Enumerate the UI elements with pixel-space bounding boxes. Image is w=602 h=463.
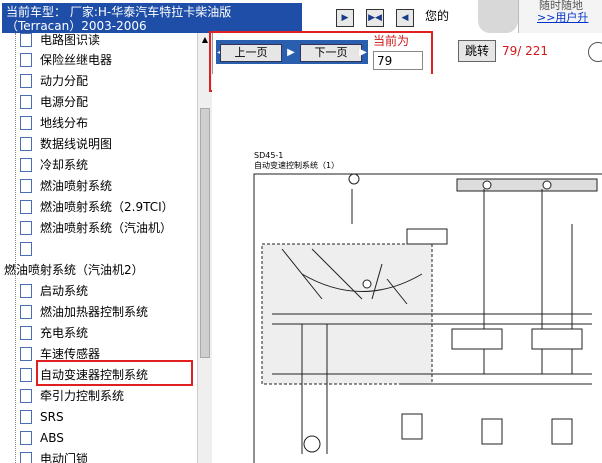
page-number-input[interactable] [373,51,423,70]
tree-item-power-door-lock[interactable]: 电动门锁 [20,449,88,463]
tree-item-traction-control[interactable]: 牵引力控制系统 [20,386,124,406]
diagram-title: 自动变速控制系统（1） [254,160,339,170]
document-icon [20,346,32,361]
next-page-button[interactable]: 下一页 [300,44,362,62]
document-icon [20,304,32,319]
tree-folder-fuel-injection-gasoline-2[interactable]: 燃油喷射系统（汽油机2） [4,260,144,280]
tree-item-power-distribution[interactable]: 动力分配 [20,71,88,91]
document-icon [20,115,32,130]
document-icon [20,157,32,172]
document-icon [20,451,32,463]
selected-item-highlight [36,360,193,386]
upgrade-link[interactable]: >>用户升 [537,9,588,25]
tree-item-supply-distribution[interactable]: 电源分配 [20,92,88,112]
tree-item-circuit-reading[interactable]: 电路图识读 [20,33,100,50]
diagram-code: SD45-1 [254,151,283,160]
document-icon [20,283,32,298]
back-icon[interactable]: ◀ [396,9,414,27]
tree-item-data-line[interactable]: 数据线说明图 [20,134,112,154]
tree-item-fuel-injection-tci[interactable]: 燃油喷射系统（2.9TCI） [20,197,174,217]
tree-item-abs[interactable]: ABS [20,428,64,448]
previous-page-button[interactable]: 上一页 [220,44,282,62]
hint-text: 您的 [425,9,450,23]
tree-item-fuel-injection-gasoline[interactable]: 燃油喷射系统（汽油机） [20,218,172,238]
tree-item-starting[interactable]: 启动系统 [20,281,88,301]
document-icon [20,178,32,193]
document-icon [20,430,32,445]
tree-item-ground-distribution[interactable]: 地线分布 [20,113,88,133]
jump-button[interactable]: 跳转 [458,40,496,62]
current-page-label: 当前为 [373,34,410,48]
document-icon [20,409,32,424]
document-icon [20,367,32,382]
skip-icon[interactable]: ▶◀ [366,9,384,27]
document-icon [20,220,32,235]
document-icon [20,136,32,151]
refresh-icon[interactable] [588,42,602,62]
wiring-diagram: SD45-1 自动变速控制系统（1） [212,74,602,463]
user-panel: 随时随地 >>用户升 [518,0,602,33]
tree-item-srs[interactable]: SRS [20,407,64,427]
tree-item-cooling[interactable]: 冷却系统 [20,155,88,175]
document-icon [20,94,32,109]
scroll-thumb[interactable] [200,108,210,358]
arrow-right-icon: ▶ [287,47,295,58]
tree-item-fuel-heater[interactable]: 燃油加热器控制系统 [20,302,148,322]
document-icon [20,241,32,256]
document-icon [20,325,32,340]
document-icon [20,199,32,214]
document-icon [20,33,32,47]
vehicle-title: 当前车型： 厂家:H-华泰汽车特拉卡柴油版（Terracan）2003-2006 [2,3,302,33]
sidebar-scrollbar[interactable]: ▲ [197,33,212,463]
page-count: 79/ 221 [502,44,549,58]
tree-connector-line [15,33,17,463]
tree-item-fuse-relay[interactable]: 保险丝继电器 [20,50,112,70]
play-icon[interactable]: ▶ [336,9,354,27]
arrow-right-icon: ▶ [359,47,367,58]
tree-item-charging[interactable]: 充电系统 [20,323,88,343]
tree-item-fuel-injection[interactable]: 燃油喷射系统 [20,176,112,196]
mascot-icon [478,0,518,33]
page-navigation-panel: ◀ 上一页 ▶ 下一页 ▶ [216,40,368,64]
document-icon [20,52,32,67]
top-bar: 当前车型： 厂家:H-华泰汽车特拉卡柴油版（Terracan）2003-2006… [0,0,602,33]
tree-item-blank[interactable] [20,239,40,259]
wiring-diagram-drawing: SD45-1 自动变速控制系统（1） [253,151,602,463]
document-icon [20,388,32,403]
sidebar-tree: 电路图识读 保险丝继电器 动力分配 电源分配 地线分布 数据线说明图 冷却系统 … [0,33,213,463]
document-icon [20,73,32,88]
